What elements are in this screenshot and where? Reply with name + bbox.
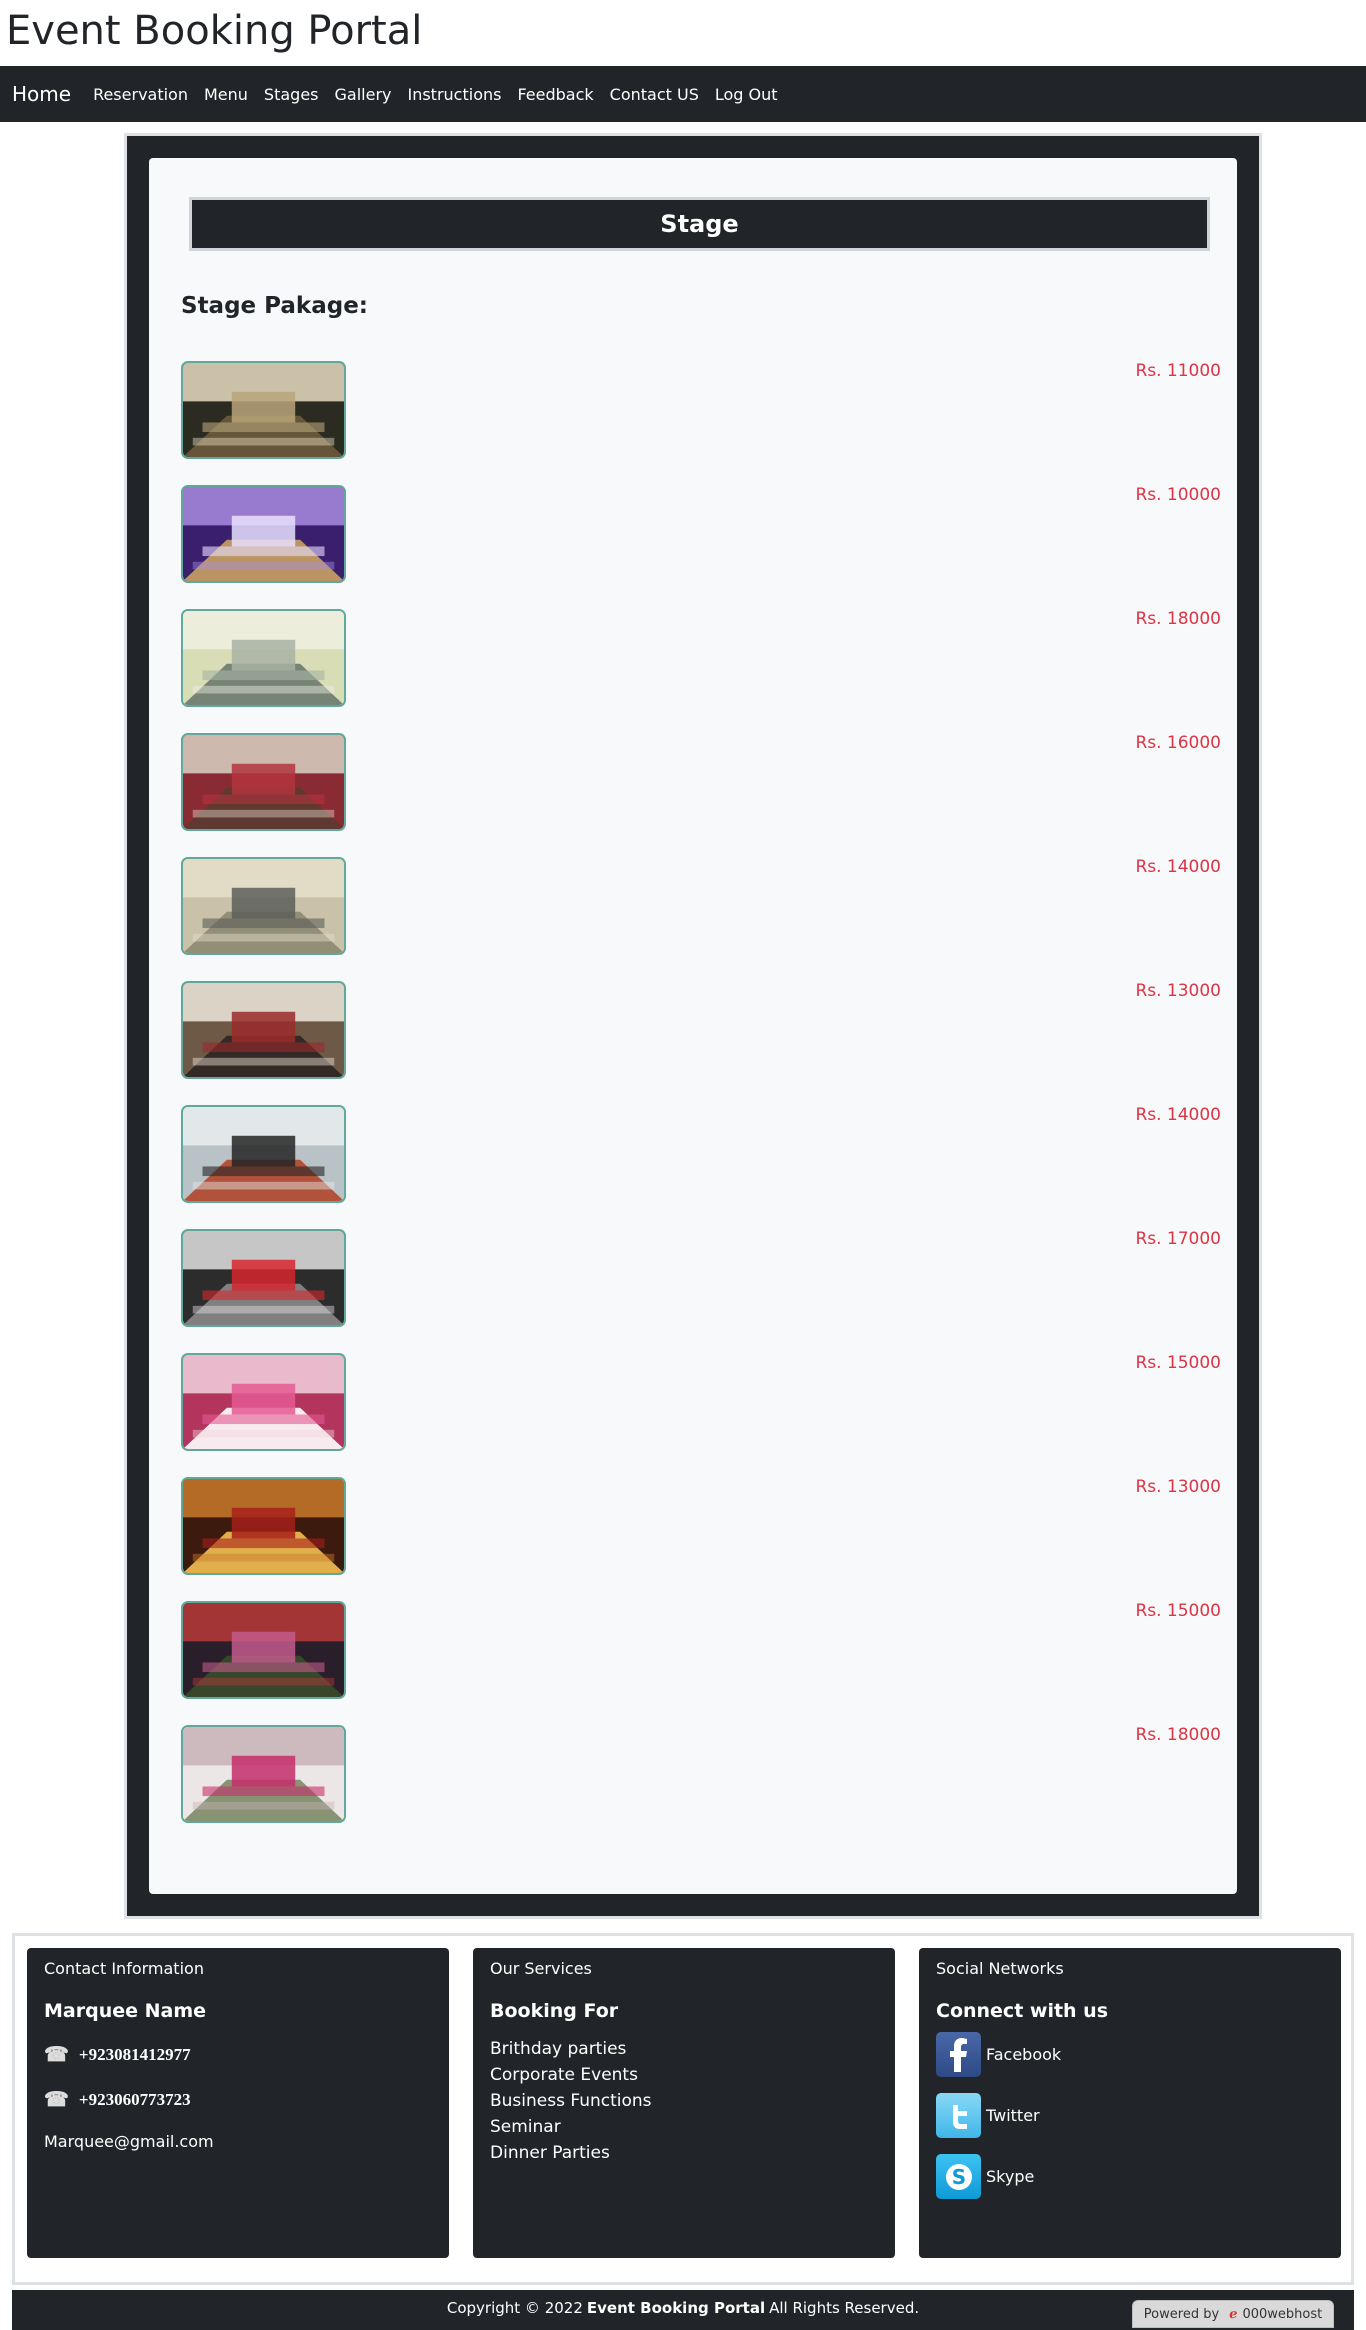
nav-instructions[interactable]: Instructions xyxy=(407,85,501,104)
facebook-icon[interactable] xyxy=(936,2032,981,2077)
package-row: Rs. 10000 xyxy=(181,485,1221,585)
package-row: Rs. 13000 xyxy=(181,1477,1221,1577)
package-price: Rs. 15000 xyxy=(1135,1353,1221,1373)
marquee-name: Marquee Name xyxy=(44,2000,207,2022)
package-price: Rs. 17000 xyxy=(1135,1229,1221,1249)
service-item: Dinner Parties xyxy=(490,2143,610,2163)
package-price: Rs. 11000 xyxy=(1135,361,1221,381)
main-navbar: Home Reservation Menu Stages Gallery Ins… xyxy=(0,66,1366,122)
nav-log-out[interactable]: Log Out xyxy=(715,85,778,104)
stage-image xyxy=(181,1601,346,1699)
package-row: Rs. 16000 xyxy=(181,733,1221,833)
site-title: Event Booking Portal xyxy=(6,8,423,54)
telephone-icon: ☎ xyxy=(44,2089,69,2111)
phone-1: ☎ +923081412977 xyxy=(44,2042,432,2067)
package-row: Rs. 18000 xyxy=(181,1725,1221,1825)
copyright-suffix: All Rights Reserved. xyxy=(769,2299,920,2317)
nav-gallery[interactable]: Gallery xyxy=(335,85,392,104)
stage-header: Stage xyxy=(189,197,1210,251)
package-row: Rs. 18000 xyxy=(181,609,1221,709)
package-row: Rs. 14000 xyxy=(181,857,1221,957)
copyright-brand: Event Booking Portal xyxy=(586,2299,766,2317)
stage-image xyxy=(181,1229,346,1327)
twitter-icon[interactable] xyxy=(936,2093,981,2138)
package-price: Rs. 13000 xyxy=(1135,1477,1221,1497)
stage-image xyxy=(181,609,346,707)
skype-icon[interactable]: S xyxy=(936,2154,981,2199)
package-price: Rs. 14000 xyxy=(1135,1105,1221,1125)
service-item: Seminar xyxy=(490,2117,561,2137)
copyright-bar: Copyright © 2022 Event Booking Portal Al… xyxy=(12,2290,1354,2330)
package-price: Rs. 10000 xyxy=(1135,485,1221,505)
stage-card: Stage Stage Pakage: Rs. 11000 Rs. 10000 Rs… xyxy=(149,158,1237,1894)
package-price: Rs. 15000 xyxy=(1135,1601,1221,1621)
social-link-skype[interactable]: S Skype xyxy=(936,2154,1324,2199)
nav-reservation[interactable]: Reservation xyxy=(93,85,188,104)
powered-by-label: Powered by xyxy=(1143,2306,1220,2322)
phone-2: ☎ +923060773723 xyxy=(44,2087,432,2112)
social-card: Social Networks Connect with us Facebook… xyxy=(919,1948,1341,2258)
svg-text:S: S xyxy=(951,2165,965,2189)
services-heading: Our Services xyxy=(490,1959,592,1978)
social-link-twitter[interactable]: Twitter xyxy=(936,2093,1324,2138)
nav-menu[interactable]: Menu xyxy=(204,85,248,104)
package-row: Rs. 14000 xyxy=(181,1105,1221,1205)
skype-label[interactable]: Skype xyxy=(986,2167,1034,2186)
package-heading: Stage Pakage: xyxy=(181,293,368,319)
services-card: Our Services Booking For Brithday partie… xyxy=(473,1948,895,2258)
facebook-label[interactable]: Facebook xyxy=(986,2045,1061,2064)
nav-feedback[interactable]: Feedback xyxy=(517,85,593,104)
twitter-label[interactable]: Twitter xyxy=(986,2106,1040,2125)
contact-heading: Contact Information xyxy=(44,1959,204,1978)
social-link-facebook[interactable]: Facebook xyxy=(936,2032,1324,2077)
telephone-icon: ☎ xyxy=(44,2044,69,2066)
powered-by-badge[interactable]: Powered by ℯ 000webhost xyxy=(1132,2300,1334,2328)
nav-contact-us[interactable]: Contact US xyxy=(610,85,699,104)
nav-home[interactable]: Home xyxy=(12,82,71,106)
package-row: Rs. 15000 xyxy=(181,1353,1221,1453)
copyright-prefix: Copyright © 2022 xyxy=(446,2299,583,2317)
phone-2-number: +923060773723 xyxy=(78,2089,191,2109)
webhost-logo-icon: ℯ xyxy=(1229,2306,1238,2322)
stage-image xyxy=(181,857,346,955)
stage-image xyxy=(181,1353,346,1451)
package-price: Rs. 16000 xyxy=(1135,733,1221,753)
service-item: Corporate Events xyxy=(490,2065,638,2085)
package-price: Rs. 18000 xyxy=(1135,609,1221,629)
package-price: Rs. 13000 xyxy=(1135,981,1221,1001)
stage-image xyxy=(181,1725,346,1823)
package-row: Rs. 13000 xyxy=(181,981,1221,1081)
booking-for-title: Booking For xyxy=(490,2000,619,2022)
nav-stages[interactable]: Stages xyxy=(264,85,319,104)
package-price: Rs. 14000 xyxy=(1135,857,1221,877)
stage-header-title: Stage xyxy=(660,210,739,238)
package-price: Rs. 18000 xyxy=(1135,1725,1221,1745)
contact-email: Marquee@gmail.com xyxy=(44,2132,214,2151)
social-heading: Social Networks xyxy=(936,1959,1064,1978)
stage-image xyxy=(181,361,346,459)
service-item: Brithday parties xyxy=(490,2039,627,2059)
package-row: Rs. 11000 xyxy=(181,361,1221,461)
stage-image xyxy=(181,1105,346,1203)
footer: Contact Information Marquee Name ☎ +9230… xyxy=(12,1933,1354,2285)
stage-section: Stage Stage Pakage: Rs. 11000 Rs. 10000 Rs… xyxy=(124,133,1262,1919)
connect-title: Connect with us xyxy=(936,2000,1109,2022)
stage-image xyxy=(181,981,346,1079)
package-row: Rs. 17000 xyxy=(181,1229,1221,1329)
contact-card: Contact Information Marquee Name ☎ +9230… xyxy=(27,1948,449,2258)
package-row: Rs. 15000 xyxy=(181,1601,1221,1701)
phone-1-number: +923081412977 xyxy=(78,2044,191,2064)
service-item: Business Functions xyxy=(490,2091,652,2111)
stage-image xyxy=(181,733,346,831)
stage-image xyxy=(181,1477,346,1575)
stage-image xyxy=(181,485,346,583)
powered-by-host: 000webhost xyxy=(1242,2306,1323,2322)
